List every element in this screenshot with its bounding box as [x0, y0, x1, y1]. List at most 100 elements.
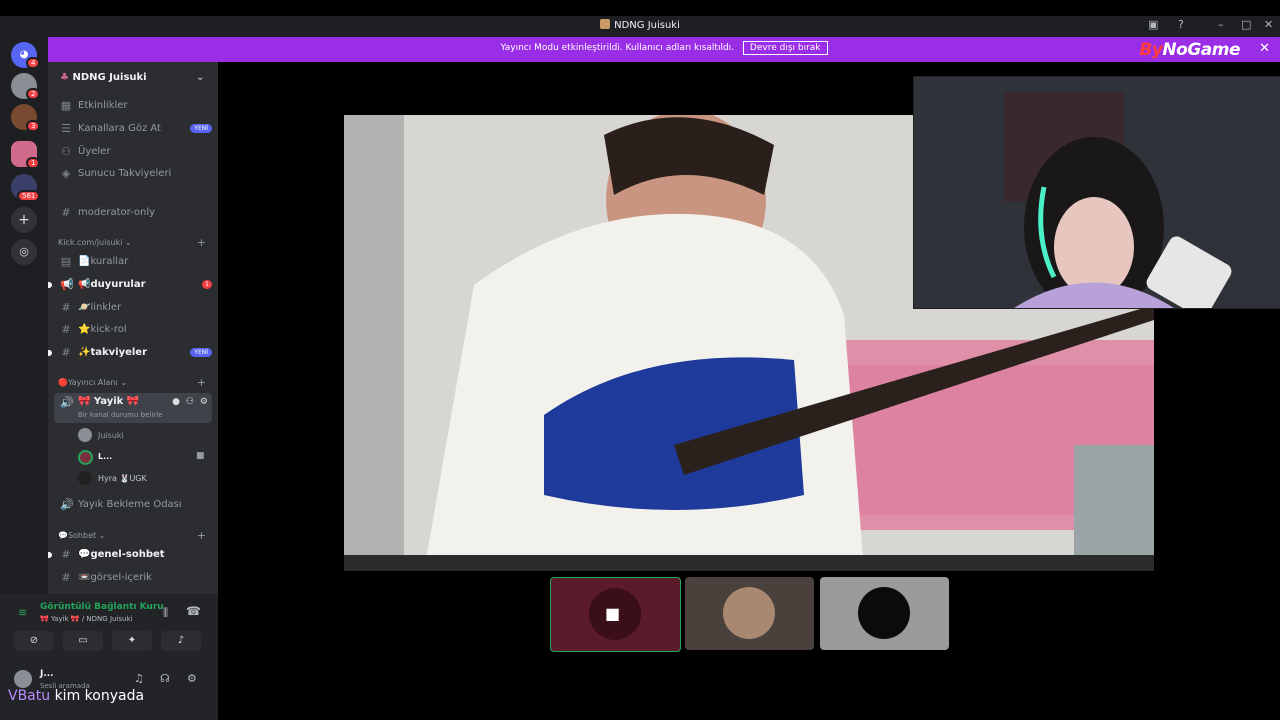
voice-user[interactable]: Hyra 🐰UGK — [98, 474, 147, 483]
chat-overlay: VBatu kim konyada — [8, 688, 144, 704]
microphone-icon[interactable]: ♫ — [134, 672, 144, 685]
streamer-mode-banner: Yayıncı Modu etkinleştirildi. Kullanıcı … — [48, 37, 1280, 62]
channel-kurallar[interactable]: ▤ 📄kurallar — [58, 252, 212, 272]
voice-channel-waiting-room[interactable]: 🔊 Yayık Bekleme Odası — [58, 495, 212, 515]
signal-icon: ≋ — [18, 606, 28, 619]
chat-message: kim konyada — [54, 688, 145, 704]
mention-badge: 1 — [202, 280, 212, 289]
noise-suppression-icon[interactable]: ⫼ — [163, 606, 168, 620]
avatar — [723, 587, 775, 639]
calendar-icon: ▦ — [60, 99, 72, 112]
members-icon: ⚇ — [61, 145, 71, 158]
new-badge: YENİ — [190, 348, 212, 357]
nav-members[interactable]: ⚇ Üyeler — [58, 142, 212, 162]
category-streamer-area[interactable]: 🔴Yayıncı Alanı ⌄ — [58, 378, 127, 387]
server-name: NDNG Juisuki — [72, 72, 147, 83]
avatar — [78, 428, 92, 442]
mention-badge: 1 — [26, 157, 41, 169]
unread-indicator — [48, 552, 52, 558]
user-settings-icon[interactable]: ⚙ — [187, 672, 197, 685]
disable-streamer-mode-button[interactable]: Devre dışı bırak — [742, 41, 828, 55]
channel-duyurular[interactable]: 📢 📢duyurular 1 — [58, 275, 212, 295]
channel-status[interactable]: Bir kanal durumu belirle — [78, 411, 162, 419]
nav-server-boosts[interactable]: ◈ Sunucu Takviyeleri — [58, 164, 212, 184]
help-icon[interactable]: ? — [1178, 18, 1184, 31]
headphones-icon[interactable]: ☊ — [160, 672, 170, 685]
channel-kick-rol[interactable]: # ⭐kick-rol — [58, 320, 212, 340]
channel-gorsel-icerik[interactable]: # 📼görsel-içerik — [58, 568, 212, 588]
maximize-button[interactable]: □ — [1241, 18, 1251, 31]
window-title: NDNG Juisuki — [0, 19, 1280, 31]
hash-icon: # — [61, 301, 71, 314]
announcement-icon: 📢 — [60, 278, 74, 291]
rules-icon: ▤ — [60, 255, 72, 268]
category-kick[interactable]: Kick.com/juisuki ⌄ — [58, 238, 132, 247]
camera-icon: ■ — [605, 604, 621, 623]
minimize-button[interactable]: – — [1218, 18, 1224, 31]
speaker-icon: 🔊 — [60, 396, 74, 409]
voice-user[interactable]: Juisuki — [98, 431, 124, 440]
hash-icon: # — [61, 206, 71, 219]
soundboard-button[interactable]: ♪ — [161, 631, 201, 651]
unread-indicator — [48, 350, 52, 356]
boost-icon: ◈ — [61, 167, 71, 180]
category-chat[interactable]: 💬Sohbet ⌄ — [58, 531, 105, 540]
close-banner-icon[interactable]: ✕ — [1259, 41, 1270, 56]
server-icon: ♣ — [60, 72, 69, 83]
browse-icon: ☰ — [61, 122, 71, 135]
server-icon — [600, 19, 611, 29]
connection-status[interactable]: Görüntülü Bağlantı Kuru — [40, 602, 164, 612]
hash-icon: # — [61, 323, 71, 336]
banner-message: Yayıncı Modu etkinleştirildi. Kullanıcı … — [500, 43, 735, 53]
settings-icon[interactable]: ⚙ — [200, 397, 208, 407]
invite-icon[interactable]: ⚇ — [186, 397, 194, 407]
mention-badge: 3 — [26, 120, 41, 132]
add-channel-icon[interactable]: + — [197, 376, 206, 389]
camera-icon: ■ — [196, 451, 205, 461]
avatar — [78, 471, 92, 485]
speaker-icon: 🔊 — [60, 498, 74, 511]
close-window-button[interactable]: ✕ — [1264, 18, 1273, 31]
nav-events[interactable]: ▦ Etkinlikler — [58, 96, 212, 116]
participant-tile[interactable] — [685, 577, 814, 650]
participant-tile[interactable] — [820, 577, 949, 650]
channel-moderator-only[interactable]: # moderator-only — [58, 203, 212, 223]
user-avatar[interactable] — [14, 670, 32, 688]
disconnect-icon[interactable]: ☎ — [186, 604, 201, 618]
mention-badge: 2 — [26, 88, 41, 100]
hash-icon: # — [61, 346, 71, 359]
add-server-icon[interactable]: + — [11, 207, 37, 233]
unread-indicator — [48, 282, 52, 288]
activities-button[interactable]: ✦ — [112, 631, 152, 651]
channel-genel-sohbet[interactable]: # 💬genel-sohbet — [58, 545, 212, 565]
participant-tile[interactable]: ■ — [550, 577, 681, 652]
mention-badge: 561 — [17, 190, 41, 202]
channel-linkler[interactable]: # 🪐linkler — [58, 298, 212, 318]
user-name[interactable]: J... — [40, 669, 54, 679]
avatar-speaking — [78, 450, 93, 465]
streamer-facecam — [913, 76, 1280, 309]
chevron-down-icon: ⌄ — [196, 72, 205, 83]
inbox-icon[interactable]: ▣ — [1148, 18, 1158, 31]
voice-user[interactable]: L... — [98, 452, 112, 461]
chat-username: VBatu — [8, 688, 51, 704]
bynogame-logo: ByNoGame — [1139, 40, 1240, 60]
unread-badge: 4 — [26, 57, 41, 69]
discover-icon[interactable]: ◎ — [11, 239, 37, 265]
channel-takviyeler[interactable]: # ✨takviyeler YENİ — [58, 343, 212, 363]
new-badge: YENİ — [190, 124, 212, 133]
nav-browse-channels[interactable]: ☰ Kanallara Göz At YENİ — [58, 119, 212, 139]
voice-channel-yayik[interactable]: 🔊 🎀 Yayik 🎀 Bir kanal durumu belirle ⚙ ⚇… — [54, 393, 212, 423]
connection-location[interactable]: 🎀 Yayik 🎀 / NDNG Juisuki — [40, 615, 132, 623]
screen-share-button[interactable]: ▭ — [63, 631, 103, 651]
chat-icon[interactable]: ● — [172, 397, 180, 407]
hash-icon: # — [61, 571, 71, 584]
window-titlebar: NDNG Juisuki ▣ ? – □ ✕ — [0, 16, 1280, 37]
server-header[interactable]: ♣ NDNG Juisuki ⌄ — [60, 72, 204, 83]
avatar — [858, 587, 910, 639]
facecam-feed — [914, 77, 1280, 308]
hash-icon: # — [61, 548, 71, 561]
add-channel-icon[interactable]: + — [197, 236, 206, 249]
add-channel-icon[interactable]: + — [197, 529, 206, 542]
camera-off-button[interactable]: ⊘ — [14, 631, 54, 651]
